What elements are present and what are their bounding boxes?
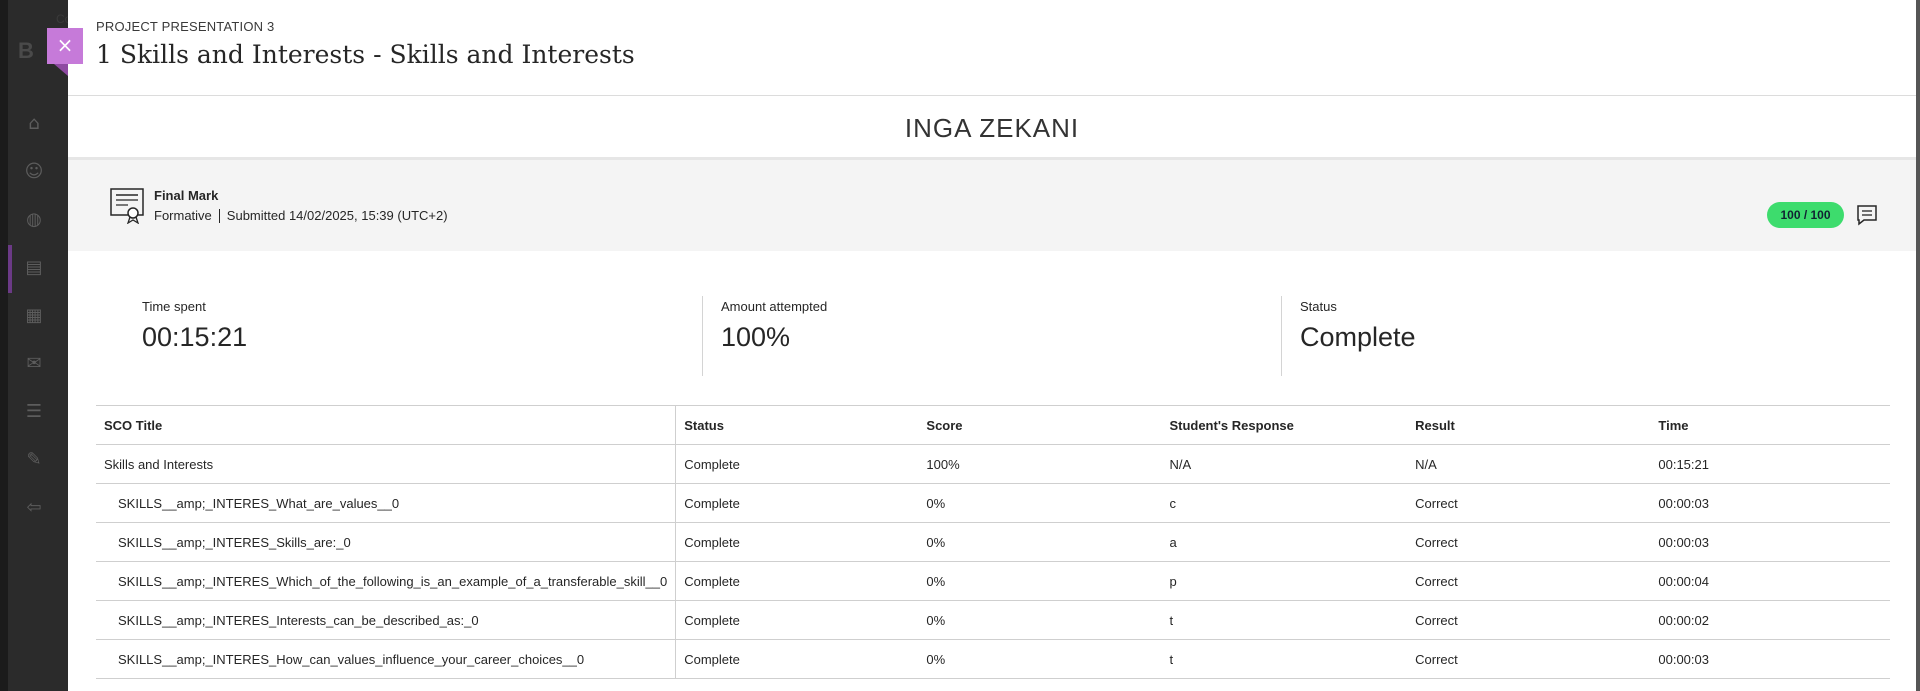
page-title: 1 Skills and Interests - Skills and Inte…	[96, 40, 635, 69]
cell-response: N/A	[1161, 444, 1408, 484]
table-row: SKILLS__amp;_INTERES_Skills_are:_0 Compl…	[96, 522, 1890, 562]
column-header-status: Status	[675, 405, 919, 445]
cell-time: 00:00:02	[1650, 600, 1890, 640]
table-row: SKILLS__amp;_INTERES_What_are_values__0 …	[96, 483, 1890, 523]
stat-label: Amount attempted	[721, 299, 828, 314]
cell-response: t	[1161, 639, 1408, 679]
stat-time-spent: Time spent 00:15:21	[142, 299, 247, 379]
institution-icon: ⌂	[28, 113, 40, 134]
sco-table-wrapper: SCO Title Status Score Student's Respons…	[96, 405, 1890, 679]
cell-sco-title: Skills and Interests	[96, 444, 677, 484]
active-nav-indicator	[8, 245, 12, 293]
cell-sco-title: SKILLS__amp;_INTERES_Which_of_the_follow…	[96, 561, 677, 601]
column-header-score: Score	[918, 405, 1162, 445]
profile-icon: ☺	[24, 161, 44, 182]
cell-time: 00:00:03	[1650, 483, 1890, 523]
cell-result: Correct	[1407, 600, 1651, 640]
cell-sco-title: SKILLS__amp;_INTERES_How_can_values_infl…	[96, 639, 677, 679]
cell-time: 00:00:04	[1650, 561, 1890, 601]
cell-status: Complete	[675, 444, 919, 484]
stat-value: Complete	[1300, 322, 1416, 352]
table-row: SKILLS__amp;_INTERES_Which_of_the_follow…	[96, 561, 1890, 601]
final-mark-section: Final Mark Formative Submitted 14/02/202…	[68, 160, 1916, 251]
meta-separator	[218, 208, 220, 223]
cell-response: t	[1161, 600, 1408, 640]
cell-sco-title: SKILLS__amp;_INTERES_Interests_can_be_de…	[96, 600, 677, 640]
cell-status: Complete	[675, 561, 919, 601]
cell-result: Correct	[1407, 522, 1651, 562]
table-row: Skills and Interests Complete 100% N/A N…	[96, 444, 1890, 484]
close-icon: ×	[56, 33, 74, 57]
right-edge	[1916, 0, 1920, 691]
cell-status: Complete	[675, 522, 919, 562]
column-header-response: Student's Response	[1161, 405, 1408, 445]
course-item-label: PROJECT PRESENTATION 3	[96, 19, 275, 34]
courses-icon: ▤	[25, 257, 43, 278]
stat-divider	[702, 296, 703, 376]
cell-result: N/A	[1407, 444, 1651, 484]
table-header-row: SCO Title Status Score Student's Respons…	[96, 405, 1890, 445]
cell-score: 0%	[918, 522, 1162, 562]
close-button[interactable]: ×	[47, 28, 83, 64]
cell-result: Correct	[1407, 483, 1651, 523]
cell-time: 00:15:21	[1650, 444, 1890, 484]
student-name: INGA ZEKANI	[68, 96, 1916, 160]
cell-score: 0%	[918, 600, 1162, 640]
calendar-icon: ▦	[25, 305, 43, 326]
tools-icon: ✎	[26, 449, 42, 470]
certificate-icon	[110, 188, 144, 224]
cell-score: 0%	[918, 483, 1162, 523]
cell-status: Complete	[675, 600, 919, 640]
messages-icon: ✉	[26, 353, 42, 374]
final-mark-label: Final Mark	[154, 188, 219, 203]
cell-response: a	[1161, 522, 1408, 562]
globe-icon: ◍	[26, 209, 42, 230]
stat-label: Time spent	[142, 299, 206, 314]
attempt-panel: PROJECT PRESENTATION 3 1 Skills and Inte…	[68, 0, 1916, 691]
grades-icon: ☰	[25, 401, 43, 422]
stat-label: Status	[1300, 299, 1337, 314]
cell-score: 0%	[918, 561, 1162, 601]
cell-sco-title: SKILLS__amp;_INTERES_Skills_are:_0	[96, 522, 677, 562]
stat-divider	[1281, 296, 1282, 376]
stat-value: 00:15:21	[142, 322, 248, 352]
stat-value: 100%	[721, 322, 791, 352]
cell-response: c	[1161, 483, 1408, 523]
background-nav: B ⌂ ☺ ◍ ▤ ▦ ✉ ☰ ✎ ⇦	[8, 0, 68, 691]
sign-out-icon: ⇦	[26, 497, 42, 518]
mark-type: Formative	[154, 208, 212, 223]
close-button-tab	[54, 64, 68, 76]
cell-status: Complete	[675, 483, 919, 523]
cell-result: Correct	[1407, 639, 1651, 679]
cell-score: 0%	[918, 639, 1162, 679]
sco-table: SCO Title Status Score Student's Respons…	[96, 405, 1890, 679]
attempt-stats: Time spent 00:15:21 Amount attempted 100…	[68, 251, 1916, 406]
table-row: SKILLS__amp;_INTERES_Interests_can_be_de…	[96, 600, 1890, 640]
cell-status: Complete	[675, 639, 919, 679]
stat-status: Status Complete	[1300, 299, 1416, 379]
cell-result: Correct	[1407, 561, 1651, 601]
cell-response: p	[1161, 561, 1408, 601]
column-header-sco-title: SCO Title	[96, 405, 677, 445]
brand-logo: B	[18, 38, 34, 63]
feedback-comment-icon[interactable]	[1856, 204, 1878, 226]
final-mark-meta: Formative Submitted 14/02/2025, 15:39 (U…	[154, 208, 448, 223]
cell-sco-title: SKILLS__amp;_INTERES_What_are_values__0	[96, 483, 677, 523]
panel-header: PROJECT PRESENTATION 3 1 Skills and Inte…	[68, 0, 1916, 96]
table-row: SKILLS__amp;_INTERES_How_can_values_infl…	[96, 639, 1890, 679]
background-rail	[0, 0, 8, 691]
column-header-time: Time	[1650, 405, 1890, 445]
cell-time: 00:00:03	[1650, 522, 1890, 562]
submitted-date: Submitted 14/02/2025, 15:39 (UTC+2)	[226, 208, 448, 223]
column-header-result: Result	[1407, 405, 1651, 445]
cell-score: 100%	[918, 444, 1162, 484]
score-badge: 100 / 100	[1767, 202, 1844, 228]
cell-time: 00:00:03	[1650, 639, 1890, 679]
stat-amount-attempted: Amount attempted 100%	[721, 299, 827, 379]
